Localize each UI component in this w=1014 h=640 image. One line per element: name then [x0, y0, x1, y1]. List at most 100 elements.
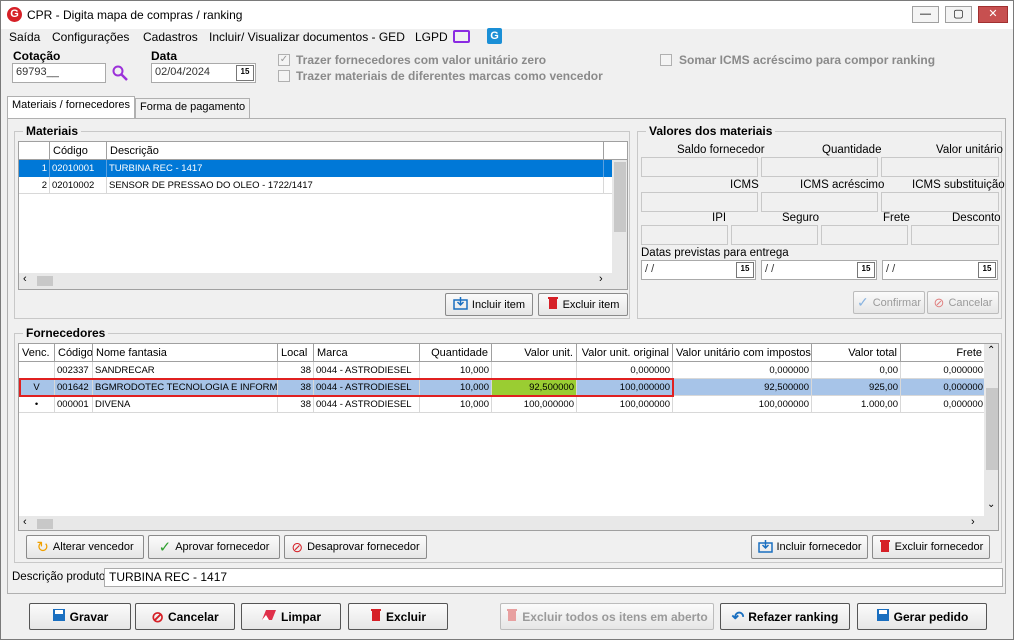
saldo-field[interactable]	[641, 157, 758, 177]
seguro-field[interactable]	[731, 225, 818, 245]
cell-frete: 0,000000	[901, 396, 986, 413]
checkbox-marcas[interactable]	[278, 70, 290, 82]
col-nome[interactable]: Nome fantasia	[93, 344, 278, 362]
cancelar-button[interactable]: ⊘ Cancelar	[135, 603, 235, 630]
cell-vorig: 100,000000	[577, 396, 673, 413]
opt-icms-label: Somar ICMS acréscimo para compor ranking	[679, 53, 936, 67]
eraser-icon	[261, 609, 277, 624]
desconto-field[interactable]	[911, 225, 999, 245]
menu-cadastros[interactable]: Cadastros	[143, 30, 198, 44]
menu-bar: Saída Configurações Cadastros Incluir/ V…	[1, 28, 1013, 48]
table-row[interactable]: 002337 SANDRECAR 38 0044 - ASTRODIESEL 10,00…	[19, 362, 986, 379]
cell-codigo: 001642	[55, 379, 93, 396]
calendar-icon[interactable]: 15	[857, 262, 875, 278]
col-valor-total[interactable]: Valor total	[812, 344, 901, 362]
save-icon	[52, 608, 66, 625]
alterar-vencedor-button[interactable]: ↻ Alterar vencedor	[26, 535, 144, 559]
cancelar-valores-button[interactable]: ⊘ Cancelar	[927, 291, 999, 314]
desconto-label: Desconto	[952, 212, 1001, 224]
materiais-hscroll[interactable]: ‹ ›	[19, 273, 627, 289]
close-button[interactable]: ✕	[978, 6, 1008, 23]
cell-nome: BGMRODOTEC TECNOLOGIA E INFORM	[93, 379, 278, 396]
menu-configuracoes[interactable]: Configurações	[52, 30, 129, 44]
excluir-label: Excluir	[385, 609, 427, 624]
limpar-button[interactable]: Limpar	[241, 603, 341, 630]
cell-local: 38	[278, 396, 314, 413]
table-row[interactable]: • 000001 DIVENA 38 0044 - ASTRODIESEL 10,000 1…	[19, 396, 986, 413]
excluir-item-button[interactable]: Excluir item	[538, 293, 628, 316]
gerar-pedido-button[interactable]: Gerar pedido	[857, 603, 987, 630]
incluir-item-button[interactable]: Incluir item	[445, 293, 533, 316]
valor-unitario-field[interactable]	[881, 157, 999, 177]
table-row[interactable]: 1 02010001 TURBINA REC - 1417	[19, 160, 612, 177]
row-codigo: 02010002	[50, 177, 107, 194]
excluir-todos-button[interactable]: Excluir todos os itens em aberto	[500, 603, 714, 630]
icms-acrescimo-label: ICMS acréscimo	[800, 179, 885, 191]
minimize-button[interactable]: —	[912, 6, 939, 23]
table-row[interactable]: 2 02010002 SENSOR DE PRESSAO DO OLEO - 1…	[19, 177, 612, 194]
cell-marca: 0044 - ASTRODIESEL	[314, 396, 420, 413]
confirmar-button[interactable]: ✓ Confirmar	[853, 291, 925, 314]
tab-forma-pagamento[interactable]: Forma de pagamento	[135, 98, 251, 119]
col-valor-impostos[interactable]: Valor unitário com impostos	[673, 344, 812, 362]
desaprovar-fornecedor-button[interactable]: ⊘ Desaprovar fornecedor	[284, 535, 427, 559]
materiais-header-index	[19, 142, 50, 160]
materiais-vscroll[interactable]	[612, 160, 627, 273]
cell-qtd: 10,000	[420, 379, 492, 396]
tab-materiais[interactable]: Materiais / fornecedores	[7, 96, 135, 119]
incluir-item-label: Incluir item	[471, 298, 526, 311]
menu-ged[interactable]: Incluir/ Visualizar documentos - GED	[209, 30, 405, 44]
icms-subst-field[interactable]	[881, 192, 999, 212]
excluir-fornecedor-button[interactable]: Excluir fornecedor	[872, 535, 990, 559]
col-valor-unit[interactable]: Valor unit.	[492, 344, 577, 362]
cell-venc: •	[19, 396, 55, 413]
cell-nome: SANDRECAR	[93, 362, 278, 379]
col-marca[interactable]: Marca	[314, 344, 420, 362]
calendar-icon[interactable]: 15	[736, 262, 754, 278]
descricao-field[interactable]: TURBINA REC - 1417	[104, 568, 1003, 587]
col-codigo[interactable]: Código	[55, 344, 93, 362]
valores-title: Valores dos materiais	[646, 124, 776, 138]
refazer-ranking-button[interactable]: ↶ Refazer ranking	[720, 603, 850, 630]
cell-vunit	[492, 362, 577, 379]
maximize-button[interactable]: ▢	[945, 6, 972, 23]
menu-lgpd[interactable]: LGPD	[415, 30, 448, 44]
fornecedores-hscroll[interactable]: ‹ ›	[19, 516, 998, 530]
calendar-icon[interactable]: 15	[236, 65, 254, 81]
aprovar-fornecedor-button[interactable]: ✓ Aprovar fornecedor	[148, 535, 280, 559]
gravar-button[interactable]: Gravar	[29, 603, 131, 630]
gravar-label: Gravar	[69, 609, 109, 624]
calendar-icon[interactable]: 15	[978, 262, 996, 278]
cancel-icon: ⊘	[933, 294, 945, 310]
materiais-header-codigo[interactable]: Código	[50, 142, 107, 160]
col-local[interactable]: Local	[278, 344, 314, 362]
search-icon[interactable]	[112, 65, 128, 81]
ipi-label: IPI	[712, 212, 727, 224]
menu-saida[interactable]: Saída	[9, 30, 40, 44]
frete-field[interactable]	[821, 225, 908, 245]
col-venc[interactable]: Venc.	[19, 344, 55, 362]
excluir-todos-label: Excluir todos os itens em aberto	[522, 609, 708, 624]
ged-app-icon[interactable]: G	[487, 28, 502, 44]
incluir-fornecedor-button[interactable]: Incluir fornecedor	[751, 535, 868, 559]
quantidade-field[interactable]	[761, 157, 878, 177]
table-row[interactable]: V 001642 BGMRODOTEC TECNOLOGIA E INFORM 38 0…	[19, 379, 986, 396]
cell-qtd: 10,000	[420, 362, 492, 379]
icms-acrescimo-field[interactable]	[761, 192, 878, 212]
fornecedores-vscroll[interactable]: ⌃ ⌄	[984, 344, 998, 516]
col-frete[interactable]: Frete	[901, 344, 986, 362]
col-valor-orig[interactable]: Valor unit. original	[577, 344, 673, 362]
col-quantidade[interactable]: Quantidade	[420, 344, 492, 362]
ipi-field[interactable]	[641, 225, 728, 245]
cell-vtotal: 925,00	[812, 379, 901, 396]
cotacao-input[interactable]: 69793__	[12, 63, 106, 83]
cell-nome: DIVENA	[93, 396, 278, 413]
excluir-button[interactable]: Excluir	[348, 603, 448, 630]
datas-label: Datas previstas para entrega	[641, 247, 789, 259]
checkbox-valor-zero[interactable]: ✓	[278, 54, 290, 66]
materiais-header-descricao[interactable]: Descrição	[107, 142, 604, 160]
checkbox-icms[interactable]	[660, 54, 672, 66]
cell-qtd: 10,000	[420, 396, 492, 413]
icms-field[interactable]	[641, 192, 758, 212]
monitor-icon[interactable]	[453, 30, 470, 43]
